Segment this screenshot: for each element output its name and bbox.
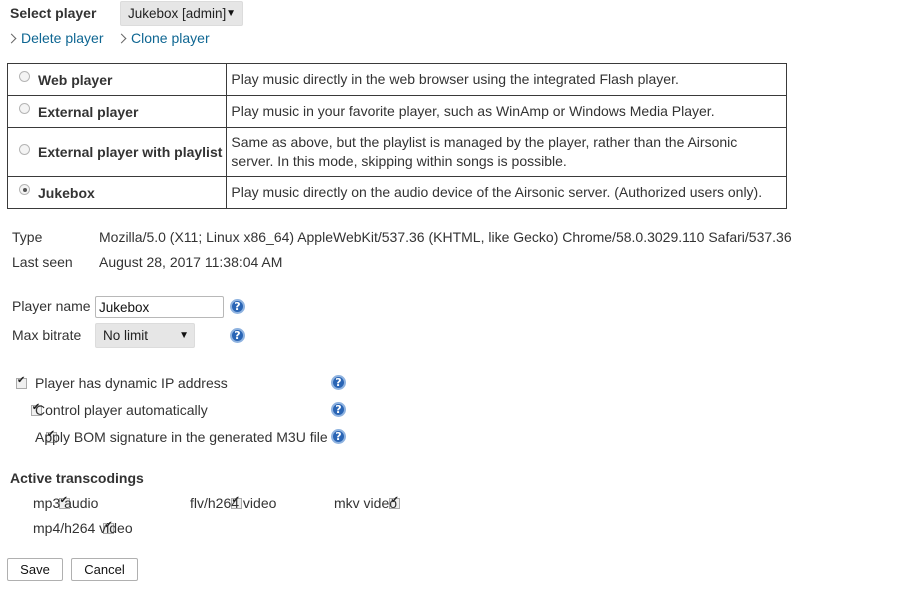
player-select[interactable]: Jukebox [admin] ▼ — [120, 1, 243, 26]
player-name-label: Player name — [12, 298, 91, 314]
transcoding-label: mp4/h264 video — [33, 520, 133, 536]
transcoding-label: flv/h264 video — [190, 495, 277, 511]
radio-web-player[interactable] — [19, 71, 30, 83]
mode-label: External player with playlist — [38, 144, 223, 160]
last-seen-value: August 28, 2017 11:38:04 AM — [99, 254, 283, 270]
mode-description: Same as above, but the playlist is manag… — [226, 127, 787, 177]
control-automatically-label: Control player automatically — [35, 402, 208, 418]
help-icon[interactable]: ? — [230, 328, 245, 343]
max-bitrate-label: Max bitrate — [12, 327, 82, 343]
chevron-down-icon: ▼ — [179, 330, 189, 341]
mode-row-external: External player Play music in your favor… — [6, 95, 787, 128]
transcoding-label: mp3 audio — [33, 495, 99, 511]
type-value: Mozilla/5.0 (X11; Linux x86_64) AppleWeb… — [99, 229, 792, 245]
mode-label: External player — [38, 103, 139, 120]
chevron-right-icon — [116, 33, 127, 43]
dynamic-ip-checkbox[interactable] — [16, 375, 27, 389]
mode-label: Jukebox — [38, 184, 95, 201]
mode-row-jukebox: Jukebox Play music directly on the audio… — [6, 176, 787, 209]
bom-signature-label: Apply BOM signature in the generated M3U… — [35, 429, 328, 445]
player-mode-table: Web player Play music directly in the we… — [6, 63, 787, 209]
chevron-down-icon: ▼ — [226, 8, 236, 19]
mode-option-jukebox[interactable]: Jukebox — [6, 176, 228, 209]
mode-option-web[interactable]: Web player — [6, 63, 228, 96]
clone-player-link[interactable]: Clone player — [116, 30, 210, 46]
mode-description: Play music directly in the web browser u… — [226, 63, 787, 96]
help-icon[interactable]: ? — [230, 299, 245, 314]
player-select-value: Jukebox [admin] — [128, 6, 227, 21]
chevron-right-icon — [6, 33, 17, 43]
player-name-input[interactable] — [95, 296, 224, 318]
radio-external-player-playlist[interactable] — [19, 143, 30, 155]
max-bitrate-value: No limit — [103, 328, 149, 343]
mode-label: Web player — [38, 71, 113, 88]
dynamic-ip-label: Player has dynamic IP address — [35, 375, 228, 391]
last-seen-label: Last seen — [12, 254, 73, 270]
clone-player-label: Clone player — [131, 30, 210, 46]
radio-jukebox[interactable] — [19, 184, 30, 196]
active-transcodings-heading: Active transcodings — [10, 470, 144, 486]
mode-row-external-playlist: External player with playlist Same as ab… — [6, 127, 787, 177]
mode-description: Play music directly on the audio device … — [226, 176, 787, 209]
mode-description: Play music in your favorite player, such… — [226, 95, 787, 128]
delete-player-label: Delete player — [21, 30, 104, 46]
cancel-button[interactable]: Cancel — [71, 558, 138, 581]
save-button[interactable]: Save — [7, 558, 63, 581]
transcoding-label: mkv video — [334, 495, 398, 511]
type-label: Type — [12, 229, 43, 245]
help-icon[interactable]: ? — [331, 375, 346, 390]
max-bitrate-select[interactable]: No limit ▼ — [95, 323, 195, 348]
select-player-label: Select player — [10, 5, 97, 21]
mode-row-web: Web player Play music directly in the we… — [6, 63, 787, 96]
help-icon[interactable]: ? — [331, 402, 346, 417]
help-icon[interactable]: ? — [331, 429, 346, 444]
mode-option-external[interactable]: External player — [6, 95, 228, 128]
radio-external-player[interactable] — [19, 103, 30, 115]
mode-option-external-playlist[interactable]: External player with playlist — [6, 127, 228, 177]
delete-player-link[interactable]: Delete player — [6, 30, 104, 46]
